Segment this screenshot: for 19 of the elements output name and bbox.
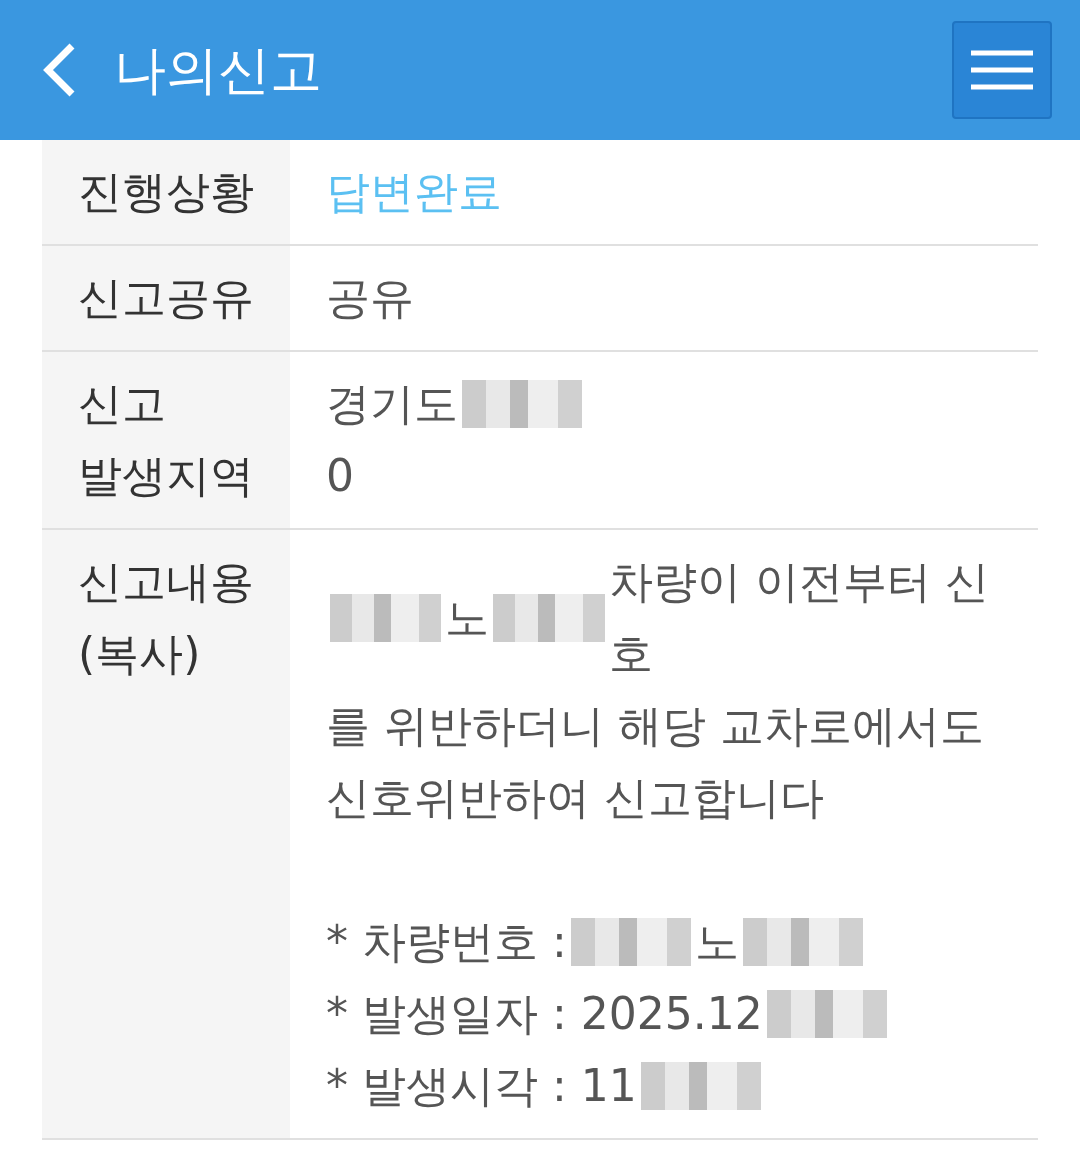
- row-value: * 차량번호 :: [326, 915, 567, 969]
- row-value: * 발생시각 : 11: [326, 1059, 637, 1113]
- row-value: 공유: [326, 271, 414, 325]
- row-value: 0: [326, 449, 354, 503]
- page-title: 나의신고: [114, 39, 322, 102]
- row-label: 진행상황: [42, 140, 290, 244]
- row-value: 노: [694, 915, 739, 969]
- row-value: 차량이 이전부터 신호: [608, 555, 990, 681]
- row-value: 노: [445, 591, 490, 645]
- menu-button[interactable]: [952, 21, 1052, 119]
- row-label: 신고공유: [42, 246, 290, 350]
- row-label: 신고내용 (복사): [42, 530, 290, 1138]
- row-value: 경기도: [326, 377, 458, 431]
- row-value: 답변완료: [326, 165, 502, 219]
- menu-icon: [971, 50, 1033, 90]
- row-value: 를 위반하더니 해당 교차로에서도: [326, 699, 984, 753]
- row-value: 신호위반하여 신고합니다: [326, 771, 824, 825]
- row-value: * 발생일자 : 2025.12: [326, 987, 763, 1041]
- row-label: 신고 발생지역: [42, 352, 290, 528]
